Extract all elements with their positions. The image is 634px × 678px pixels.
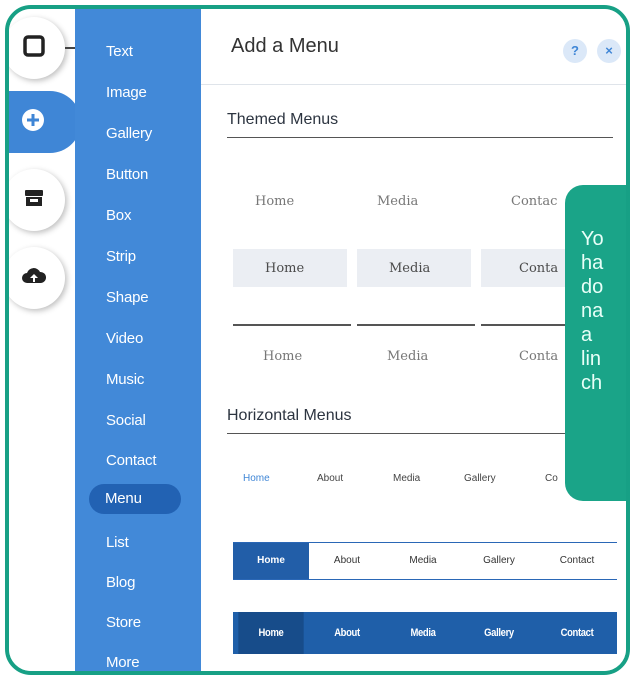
square-icon xyxy=(23,34,45,62)
plus-icon xyxy=(22,108,45,137)
rail-button-upload[interactable] xyxy=(9,247,65,309)
menu-item: Conta xyxy=(519,349,559,364)
category-contact[interactable]: Contact xyxy=(75,446,201,476)
store-icon xyxy=(23,187,45,214)
category-social[interactable]: Social xyxy=(75,406,201,436)
category-text[interactable]: Text xyxy=(75,37,201,67)
close-button[interactable]: × xyxy=(597,39,621,63)
category-gallery[interactable]: Gallery xyxy=(75,119,201,149)
category-button[interactable]: Button xyxy=(75,160,201,190)
category-list[interactable]: List xyxy=(75,528,201,558)
menu-item: Gallery xyxy=(464,473,496,484)
category-store[interactable]: Store xyxy=(75,608,201,638)
menu-item: Conta xyxy=(519,261,559,276)
add-menu-panel: Add a Menu ? × Themed Menus Home Media C… xyxy=(201,9,626,671)
category-shape[interactable]: Shape xyxy=(75,283,201,313)
menu-item: Media xyxy=(409,555,437,566)
menu-item: Home xyxy=(238,612,304,654)
cloud-upload-icon xyxy=(21,265,47,292)
category-image[interactable]: Image xyxy=(75,78,201,108)
menu-divider xyxy=(357,324,475,326)
category-more[interactable]: More xyxy=(75,648,201,671)
menu-item: Media xyxy=(389,261,431,276)
menu-item: Contact xyxy=(559,555,595,566)
callout-line: na xyxy=(581,300,604,322)
menu-item: Media xyxy=(377,194,419,209)
callout-line: a xyxy=(581,324,593,346)
menu-item: About xyxy=(334,627,360,639)
menu-item: Home xyxy=(243,473,270,484)
menu-item: Media xyxy=(387,349,429,364)
menu-item: Home xyxy=(265,261,305,276)
category-music[interactable]: Music xyxy=(75,365,201,395)
category-video[interactable]: Video xyxy=(75,324,201,354)
menu-item: Media xyxy=(393,473,421,484)
horizontal-menus-divider xyxy=(227,433,613,434)
menu-item: Home xyxy=(255,194,295,209)
rail-button-store[interactable] xyxy=(9,169,65,231)
callout-line: Yo xyxy=(581,228,604,250)
menu-item: About xyxy=(333,555,361,566)
tip-callout: Yo ha do na a lin ch xyxy=(565,185,626,501)
rail-button-pages[interactable] xyxy=(9,17,65,79)
menu-item: About xyxy=(317,473,344,484)
category-blog[interactable]: Blog xyxy=(75,568,201,598)
rail-button-add[interactable] xyxy=(9,91,81,153)
menu-item: Contact xyxy=(560,627,594,639)
category-box[interactable]: Box xyxy=(75,201,201,231)
horizontal-menu-3[interactable]: Home About Media Gallery Contact xyxy=(233,612,617,654)
tool-rail xyxy=(9,9,81,671)
element-category-list: Text Image Gallery Button Box Strip Shap… xyxy=(75,9,201,671)
horizontal-menu-2[interactable]: Home About Media Gallery Contact xyxy=(233,542,617,580)
callout-line: ha xyxy=(581,252,604,274)
menu-item: Home xyxy=(233,543,309,579)
rail-connector xyxy=(65,47,75,49)
menu-divider xyxy=(233,324,351,326)
themed-menus-title: Themed Menus xyxy=(227,111,339,128)
menu-item: Home xyxy=(263,349,303,364)
help-button[interactable]: ? xyxy=(563,39,587,63)
panel-header: Add a Menu ? × xyxy=(201,9,626,85)
callout-line: ch xyxy=(581,372,603,394)
app-frame: Text Image Gallery Button Box Strip Shap… xyxy=(5,5,630,675)
category-strip[interactable]: Strip xyxy=(75,242,201,272)
menu-item: Co xyxy=(545,473,558,484)
callout-line: lin xyxy=(581,348,602,370)
menu-item: Gallery xyxy=(483,555,515,566)
panel-title: Add a Menu xyxy=(231,35,339,57)
menu-item: Media xyxy=(410,627,436,639)
category-menu[interactable]: Menu xyxy=(89,484,181,514)
menu-item: Contac xyxy=(511,194,558,209)
callout-line: do xyxy=(581,276,604,298)
horizontal-menus-title: Horizontal Menus xyxy=(227,407,352,424)
themed-menus-divider xyxy=(227,137,613,138)
menu-item: Gallery xyxy=(484,627,514,639)
